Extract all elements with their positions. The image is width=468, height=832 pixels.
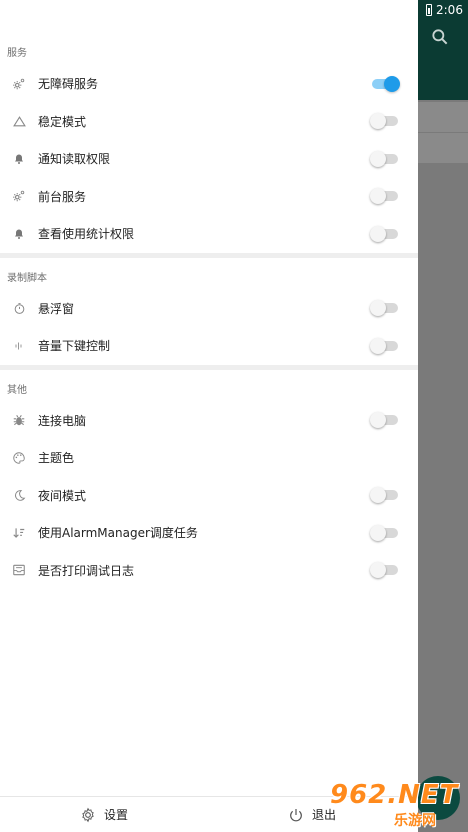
toggle-thumb — [370, 300, 386, 317]
drawer-item[interactable]: 是否打印调试日志 — [0, 552, 418, 590]
drawer-item-label: 前台服务 — [38, 189, 87, 204]
drawer-item-label: 稳定模式 — [38, 114, 87, 129]
section-header: 其他 — [7, 384, 27, 396]
watermark-sub: 乐游网 — [394, 813, 436, 829]
toggle-switch[interactable] — [370, 300, 400, 317]
drawer-item-label: 夜间模式 — [38, 488, 87, 503]
gear-icon — [82, 807, 94, 822]
navigation-drawer: 服务无障碍服务稳定模式通知读取权限 前台服务查看使用统计权限录制脚本悬浮窗音量下键… — [0, 0, 418, 832]
settings-button[interactable]: 设置 — [80, 806, 128, 823]
toggle-thumb — [384, 75, 400, 92]
section-header: 服务 — [7, 48, 27, 59]
toggle-thumb — [370, 225, 386, 242]
drawer-item[interactable]: 通知读取权限 — [0, 140, 418, 178]
drawer-item[interactable]: 前台服务 — [0, 178, 418, 216]
toggle-thumb — [370, 337, 386, 354]
gear-icon — [0, 178, 38, 216]
toggle-thumb — [370, 562, 386, 579]
toggle-thumb — [370, 412, 386, 429]
toggle-thumb — [370, 188, 386, 205]
exit-button[interactable]: 退出 — [288, 806, 336, 823]
background-row — [418, 133, 468, 163]
drawer-item-label: 通知读取权限 — [38, 152, 111, 167]
drawer-item[interactable]: 使用AlarmManager调度任务 — [0, 514, 418, 552]
toggle-switch[interactable] — [370, 412, 400, 429]
drawer-item-label: 主题色 — [38, 451, 75, 466]
toggle-switch[interactable] — [370, 487, 400, 504]
drawer-item[interactable]: 无障碍服务 — [0, 65, 418, 103]
battery-icon — [426, 4, 432, 16]
drawer-item-label: 查看使用统计权限 — [38, 227, 135, 242]
toggle-thumb — [370, 524, 386, 541]
watermark-logo: 962.NET 乐游网 — [330, 778, 468, 832]
log-icon — [0, 552, 38, 590]
toggle-thumb — [370, 113, 386, 130]
drawer-item-label: 使用AlarmManager调度任务 — [38, 526, 198, 541]
drawer-item[interactable]: 连接电脑 — [0, 402, 418, 440]
toggle-switch[interactable] — [370, 524, 400, 541]
settings-label: 设置 — [104, 808, 129, 822]
power-icon — [290, 808, 302, 821]
drawer-item-label: 是否打印调试日志 — [38, 563, 135, 578]
bell-icon — [0, 140, 38, 178]
toggle-switch[interactable] — [370, 188, 400, 205]
drawer-item[interactable]: 查看使用统计权限 — [0, 215, 418, 253]
background-row — [418, 102, 468, 132]
toggle-switch[interactable] — [370, 113, 400, 130]
toggle-switch[interactable] — [370, 562, 400, 579]
bug-icon — [0, 402, 38, 440]
drawer-item-label: 无障碍服务 — [38, 77, 99, 92]
drawer-item[interactable]: 稳定模式 — [0, 103, 418, 141]
palette-icon — [0, 439, 38, 477]
watermark-main: 962.NET — [330, 780, 459, 810]
toggle-switch[interactable] — [370, 75, 400, 92]
timer-icon — [0, 290, 38, 328]
drawer-item[interactable]: 音量下键控制 — [0, 327, 418, 365]
drawer-item[interactable]: 主题色 — [0, 439, 418, 477]
drawer-item-label: 悬浮窗 — [38, 301, 75, 316]
moon-icon — [0, 477, 38, 515]
gear-icon — [0, 65, 38, 103]
volume-icon — [0, 327, 38, 365]
search-icon[interactable] — [430, 27, 450, 47]
toggle-thumb — [370, 150, 386, 167]
drawer-item-label: 连接电脑 — [38, 413, 87, 428]
toggle-switch[interactable] — [370, 150, 400, 167]
status-bar: 2:06 — [418, 0, 468, 20]
drawer-item[interactable]: 悬浮窗 — [0, 290, 418, 328]
sort-icon — [0, 514, 38, 552]
triangle-icon — [0, 103, 38, 141]
drawer-content: 服务无障碍服务稳定模式通知读取权限 前台服务查看使用统计权限录制脚本悬浮窗音量下键… — [0, 0, 418, 589]
toggle-thumb — [370, 487, 386, 504]
section-header: 录制脚本 — [7, 272, 47, 284]
drawer-item-label: 音量下键控制 — [38, 339, 111, 354]
drawer-item[interactable]: 夜间模式 — [0, 477, 418, 515]
bell-icon — [0, 215, 38, 253]
status-time: 2:06 — [436, 3, 463, 17]
toggle-switch[interactable] — [370, 225, 400, 242]
toggle-switch[interactable] — [370, 337, 400, 354]
